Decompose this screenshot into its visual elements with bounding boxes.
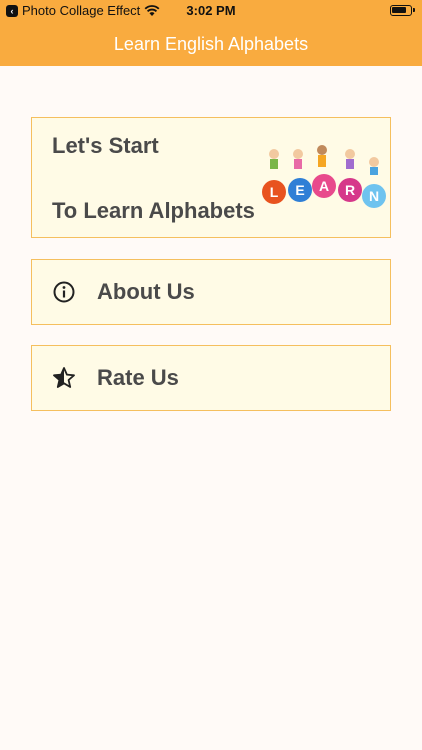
learn-letter: N <box>369 188 379 204</box>
learn-letter: A <box>319 178 329 194</box>
learn-kids-illustration: L E A R N <box>262 145 386 208</box>
status-time: 3:02 PM <box>186 3 236 18</box>
nav-bar: Learn English Alphabets <box>0 22 422 66</box>
rate-us-label: Rate Us <box>97 365 179 390</box>
about-us-button[interactable]: About Us <box>31 259 391 325</box>
star-half-icon <box>53 367 75 388</box>
info-icon <box>53 281 75 303</box>
start-line-2: To Learn Alphabets <box>52 198 255 223</box>
battery-icon <box>390 5 415 16</box>
start-line-1: Let's Start <box>52 133 159 158</box>
learn-letter: E <box>295 182 304 198</box>
learn-letter: L <box>270 184 279 200</box>
start-learning-button[interactable]: Let's Start To Learn Alphabets L E A R N <box>31 117 391 238</box>
rate-us-button[interactable]: Rate Us <box>31 345 391 411</box>
page-title: Learn English Alphabets <box>113 34 309 54</box>
status-bar: ‹ Photo Collage Effect 3:02 PM <box>0 0 422 22</box>
learn-letter: R <box>345 182 355 198</box>
kids-figures <box>269 145 379 175</box>
about-us-label: About Us <box>97 279 195 304</box>
